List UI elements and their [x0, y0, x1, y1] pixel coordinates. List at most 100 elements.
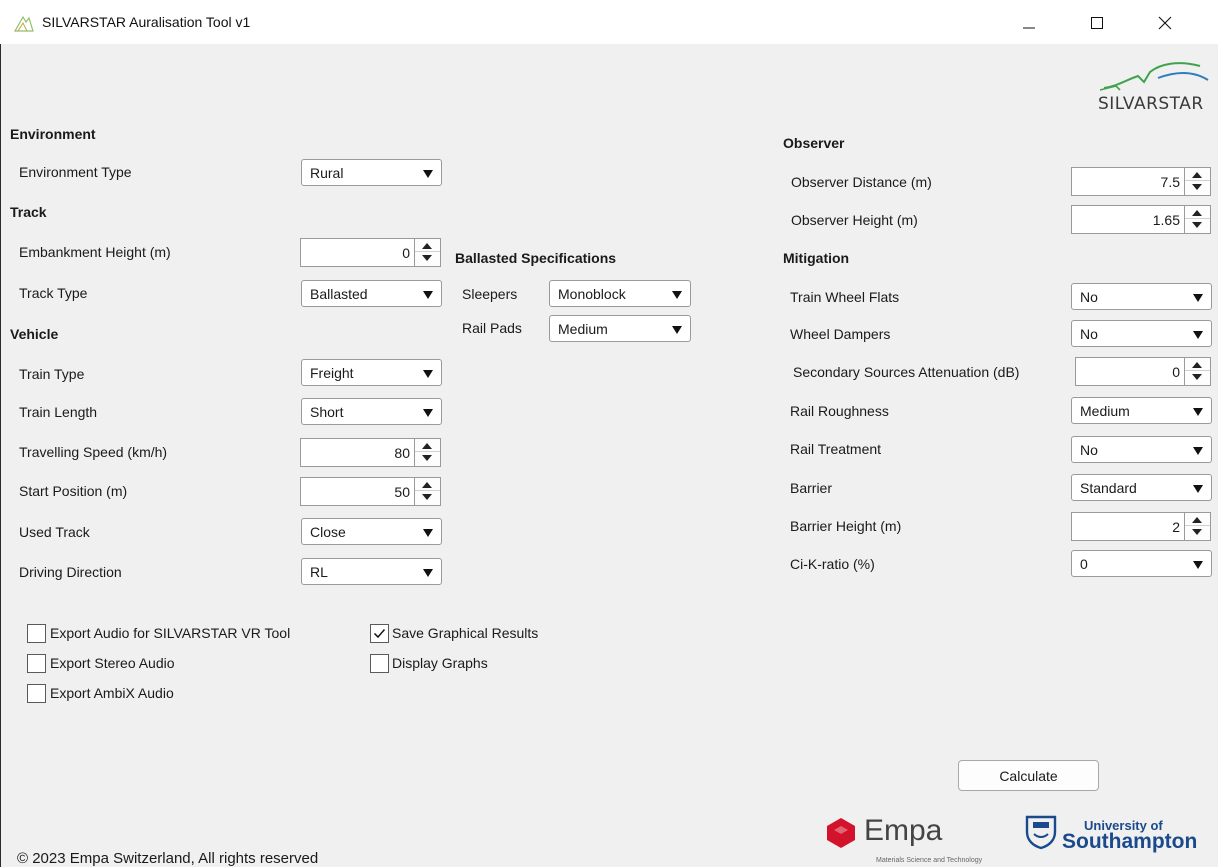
spinner-down-icon[interactable]	[415, 491, 440, 504]
observer-height-value: 1.65	[1152, 212, 1180, 228]
observer-distance-value: 7.5	[1160, 174, 1180, 190]
barrier-height-label: Barrier Height (m)	[790, 518, 902, 534]
travelling-speed-label: Travelling Speed (km/h)	[19, 444, 168, 460]
barrier-dropdown[interactable]: Standard	[1071, 474, 1212, 501]
save-graphical-label: Save Graphical Results	[392, 625, 539, 641]
spinner-buttons	[1184, 168, 1210, 195]
embankment-height-spinner[interactable]: 0	[300, 238, 441, 267]
sleepers-label: Sleepers	[462, 286, 518, 302]
spinner-up-icon[interactable]	[415, 239, 440, 252]
spinner-up-icon[interactable]	[415, 439, 440, 452]
close-icon	[1158, 16, 1172, 30]
spinner-up-icon[interactable]	[415, 478, 440, 491]
barrier-height-value: 2	[1172, 519, 1180, 535]
barrier-height-spinner[interactable]: 2	[1071, 512, 1211, 541]
rail-roughness-label: Rail Roughness	[790, 403, 889, 419]
spinner-up-icon[interactable]	[1185, 358, 1210, 371]
chevron-down-icon	[1193, 485, 1203, 493]
used-track-dropdown[interactable]: Close	[301, 518, 442, 545]
travelling-speed-value: 80	[394, 445, 410, 461]
chevron-down-icon	[1193, 561, 1203, 569]
train-length-label: Train Length	[19, 404, 98, 420]
rail-treatment-dropdown[interactable]: No	[1071, 436, 1212, 463]
observer-distance-label: Observer Distance (m)	[791, 174, 932, 190]
chevron-down-icon	[1193, 408, 1203, 416]
app-icon	[13, 14, 34, 32]
export-stereo-checkbox[interactable]	[27, 654, 46, 673]
observer-distance-spinner[interactable]: 7.5	[1071, 167, 1211, 196]
spinner-down-icon[interactable]	[415, 252, 440, 265]
chevron-down-icon	[1193, 447, 1203, 455]
ci-k-ratio-dropdown[interactable]: 0	[1071, 550, 1212, 577]
environment-type-dropdown[interactable]: Rural	[301, 159, 442, 186]
spinner-down-icon[interactable]	[1185, 219, 1210, 232]
rail-treatment-value: No	[1080, 442, 1098, 458]
spinner-buttons	[414, 478, 440, 505]
secondary-sources-attenuation-value: 0	[1172, 364, 1180, 380]
driving-direction-label: Driving Direction	[19, 564, 122, 580]
track-type-dropdown[interactable]: Ballasted	[301, 280, 442, 307]
start-position-value: 50	[394, 484, 410, 500]
spinner-up-icon[interactable]	[1185, 513, 1210, 526]
window-title: SILVARSTAR Auralisation Tool v1	[42, 14, 251, 30]
track-type-value: Ballasted	[310, 286, 368, 302]
close-button[interactable]	[1142, 6, 1188, 40]
export-ambix-checkbox[interactable]	[27, 684, 46, 703]
embankment-height-value: 0	[402, 245, 410, 261]
barrier-value: Standard	[1080, 480, 1137, 496]
minimize-button[interactable]	[1006, 6, 1052, 40]
silvarstar-logo: SILVARSTAR	[1098, 54, 1214, 120]
rail-roughness-dropdown[interactable]: Medium	[1071, 397, 1212, 424]
export-vr-label: Export Audio for SILVARSTAR VR Tool	[50, 625, 291, 641]
southampton-logo-bottom: Southampton	[1062, 830, 1198, 853]
rail-pads-label: Rail Pads	[462, 320, 522, 336]
driving-direction-dropdown[interactable]: RL	[301, 558, 442, 585]
export-ambix-label: Export AmbiX Audio	[50, 685, 174, 701]
empa-logo: Empa Materials Science and Technology	[824, 812, 984, 867]
start-position-label: Start Position (m)	[19, 483, 128, 499]
wheel-dampers-dropdown[interactable]: No	[1071, 320, 1212, 347]
maximize-icon	[1091, 17, 1103, 29]
embankment-height-label: Embankment Height (m)	[19, 244, 171, 260]
train-length-value: Short	[310, 404, 344, 420]
save-graphical-checkbox[interactable]	[370, 624, 389, 643]
observer-heading: Observer	[783, 135, 845, 151]
observer-height-label: Observer Height (m)	[791, 212, 918, 228]
secondary-sources-attenuation-spinner[interactable]: 0	[1075, 357, 1211, 386]
spinner-buttons	[1184, 358, 1210, 385]
spinner-up-icon[interactable]	[1185, 206, 1210, 219]
export-vr-checkbox[interactable]	[27, 624, 46, 643]
train-length-dropdown[interactable]: Short	[301, 398, 442, 425]
display-graphs-checkbox[interactable]	[370, 654, 389, 673]
chevron-down-icon	[423, 170, 433, 178]
train-wheel-flats-dropdown[interactable]: No	[1071, 283, 1212, 310]
observer-height-spinner[interactable]: 1.65	[1071, 205, 1211, 234]
travelling-speed-spinner[interactable]: 80	[300, 438, 441, 467]
start-position-spinner[interactable]: 50	[300, 477, 441, 506]
spinner-up-icon[interactable]	[1185, 168, 1210, 181]
environment-type-value: Rural	[310, 165, 344, 181]
sleepers-dropdown[interactable]: Monoblock	[549, 280, 691, 307]
driving-direction-value: RL	[310, 564, 328, 580]
wheel-dampers-label: Wheel Dampers	[790, 326, 891, 342]
chevron-down-icon	[423, 291, 433, 299]
rail-pads-dropdown[interactable]: Medium	[549, 315, 691, 342]
chevron-down-icon	[1193, 294, 1203, 302]
track-heading: Track	[10, 204, 47, 220]
spinner-down-icon[interactable]	[1185, 181, 1210, 194]
spinner-buttons	[414, 439, 440, 466]
chevron-down-icon	[1193, 331, 1203, 339]
calculate-button[interactable]: Calculate	[958, 760, 1099, 791]
sleepers-value: Monoblock	[558, 286, 626, 302]
maximize-button[interactable]	[1074, 6, 1120, 40]
empa-hexagon-icon	[827, 818, 855, 848]
spinner-down-icon[interactable]	[1185, 371, 1210, 384]
train-type-label: Train Type	[19, 366, 85, 382]
chevron-down-icon	[672, 326, 682, 334]
spinner-down-icon[interactable]	[1185, 526, 1210, 539]
chevron-down-icon	[423, 529, 433, 537]
chevron-down-icon	[423, 569, 433, 577]
spinner-buttons	[414, 239, 440, 266]
train-type-dropdown[interactable]: Freight	[301, 359, 442, 386]
spinner-down-icon[interactable]	[415, 452, 440, 465]
